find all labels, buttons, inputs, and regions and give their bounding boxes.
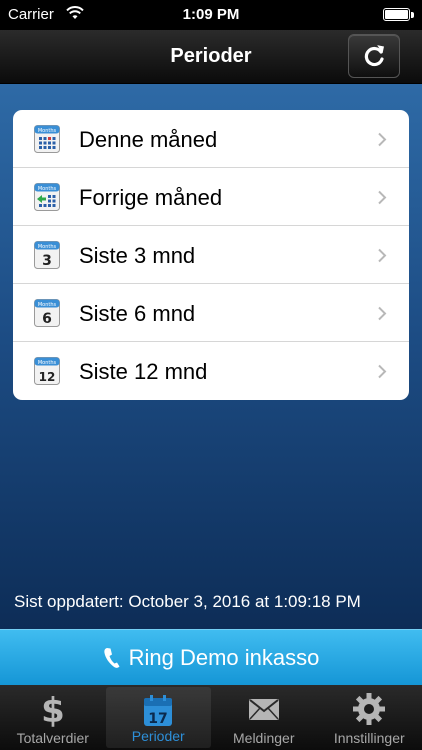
- call-button[interactable]: Ring Demo inkasso: [0, 629, 422, 685]
- tab-label: Perioder: [131, 728, 185, 744]
- tab-label: Innstillinger: [333, 730, 405, 746]
- gear-icon: [353, 693, 386, 725]
- envelope-icon: [248, 699, 279, 720]
- tab-bar: $ Totalverdier 17 Perioder Meldinger Inn…: [0, 685, 422, 750]
- tab-meldinger[interactable]: Meldinger: [211, 685, 317, 750]
- period-item-last-12-months[interactable]: Months 12 Siste 12 mnd: [13, 342, 409, 400]
- calendar-3-icon: Months 3: [34, 241, 60, 269]
- chevron-right-icon: [378, 132, 387, 147]
- calendar-12-icon: Months 12: [34, 357, 60, 385]
- calendar-header-text: Months: [38, 360, 57, 366]
- call-button-label: Ring Demo inkasso: [128, 644, 320, 670]
- period-list: Months Denne måned Months Forrige måned …: [13, 110, 409, 400]
- tab-label: Totalverdier: [16, 730, 89, 746]
- tab-totalverdier[interactable]: $ Totalverdier: [0, 685, 106, 750]
- calendar-header-text: Months: [38, 302, 57, 308]
- calendar-icon: 17: [144, 695, 173, 727]
- calendar-header-text: Months: [38, 128, 57, 134]
- period-item-this-month[interactable]: Months Denne måned: [13, 110, 409, 168]
- chevron-right-icon: [378, 190, 387, 205]
- period-item-last-month[interactable]: Months Forrige måned: [13, 168, 409, 226]
- calendar-6-icon: Months 6: [34, 299, 60, 327]
- refresh-button[interactable]: [348, 34, 400, 78]
- phone-icon: [103, 647, 120, 668]
- period-label: Forrige måned: [79, 185, 223, 210]
- period-label: Siste 6 mnd: [79, 301, 196, 326]
- tab-calendar-day: 17: [149, 711, 168, 727]
- battery-icon: [383, 8, 410, 21]
- navigation-bar: Perioder: [0, 30, 422, 84]
- tab-innstillinger[interactable]: Innstillinger: [317, 685, 422, 750]
- tab-label: Meldinger: [233, 730, 295, 746]
- svg-text:$: $: [41, 691, 65, 727]
- battery-tip: [411, 12, 414, 18]
- refresh-icon: [364, 45, 384, 67]
- dollar-icon: $: [41, 691, 65, 727]
- status-bar: Carrier 1:09 PM: [0, 0, 422, 30]
- period-item-last-6-months[interactable]: Months 6 Siste 6 mnd: [13, 284, 409, 342]
- calendar-header-text: Months: [38, 244, 57, 250]
- period-label: Siste 3 mnd: [79, 243, 196, 268]
- chevron-right-icon: [378, 364, 387, 379]
- tab-perioder[interactable]: 17 Perioder: [105, 687, 211, 748]
- period-label: Denne måned: [79, 127, 218, 152]
- calendar-back-icon: Months: [34, 183, 60, 211]
- period-item-last-3-months[interactable]: Months 3 Siste 3 mnd: [13, 226, 409, 284]
- calendar-number: 3: [42, 253, 52, 269]
- calendar-header-text: Months: [38, 186, 57, 192]
- period-label: Siste 12 mnd: [79, 359, 208, 384]
- chevron-right-icon: [378, 248, 387, 263]
- content-area: Months Denne måned Months Forrige måned …: [0, 84, 422, 629]
- calendar-number: 6: [42, 311, 52, 327]
- last-updated-text: Sist oppdatert: October 3, 2016 at 1:09:…: [14, 592, 361, 611]
- chevron-right-icon: [378, 306, 387, 321]
- calendar-grid-icon: Months: [34, 125, 60, 153]
- status-time: 1:09 PM: [182, 6, 240, 23]
- calendar-number: 12: [39, 370, 56, 384]
